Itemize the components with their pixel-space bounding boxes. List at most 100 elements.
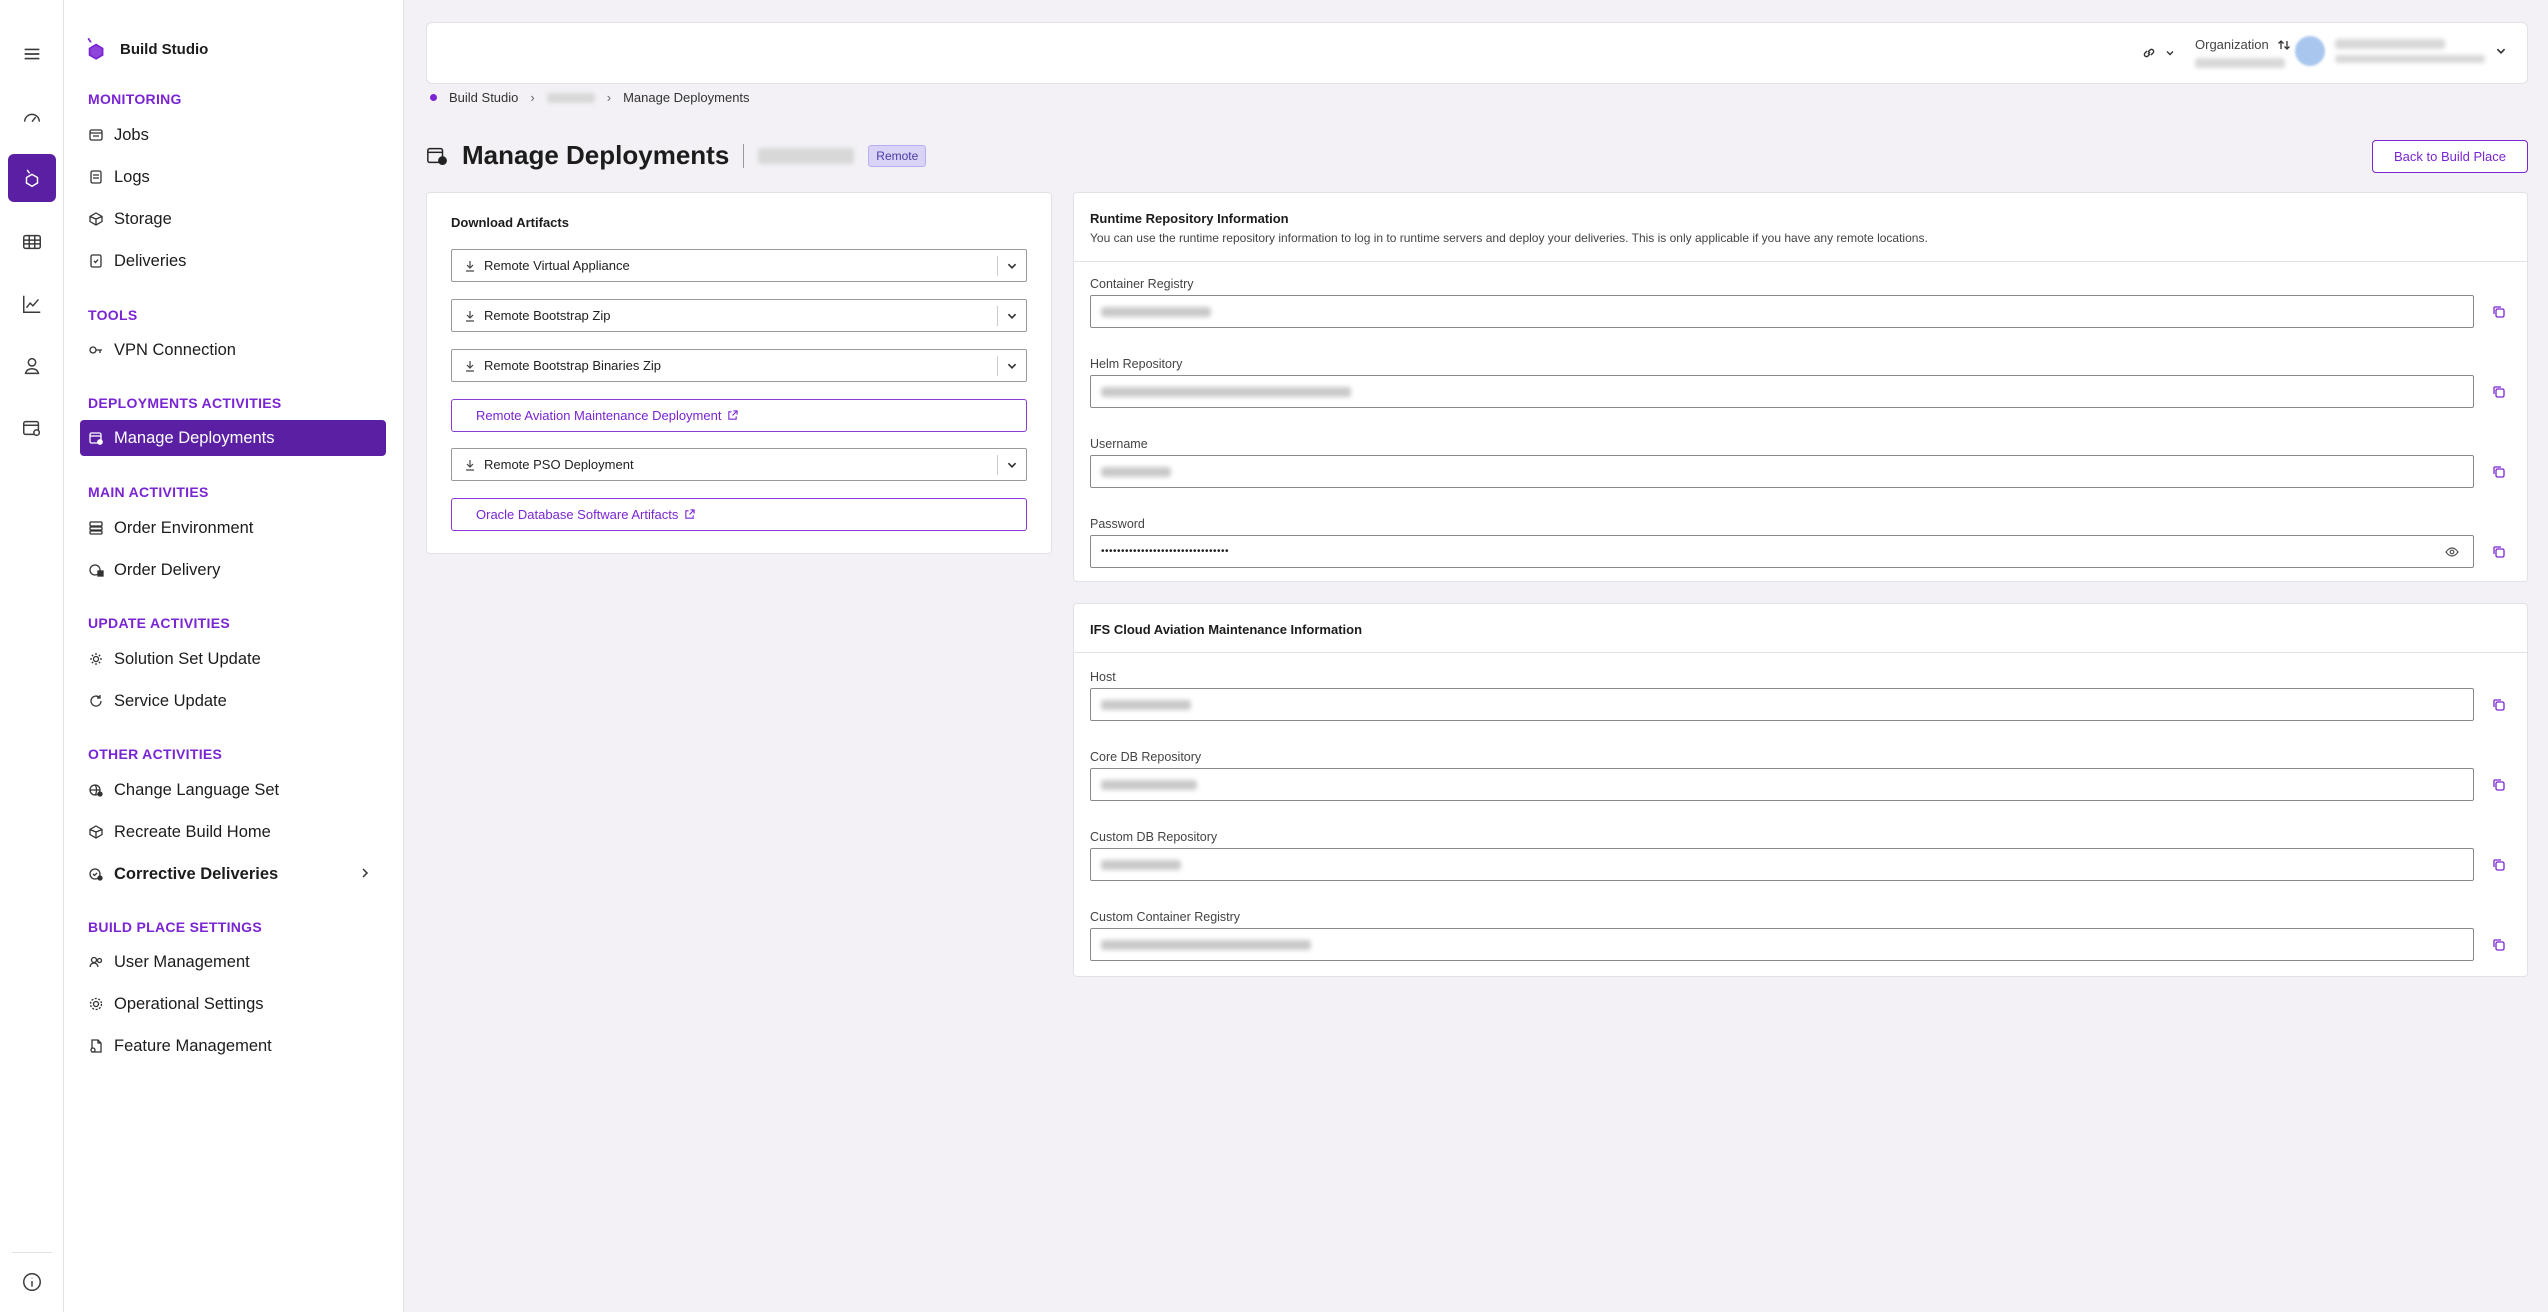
breadcrumb-separator-icon: › [606, 90, 612, 105]
chevron-down-icon [2496, 48, 2506, 54]
breadcrumb-build-place[interactable] [546, 92, 595, 103]
sidebar-item-corrective-deliveries[interactable]: Corrective Deliveries [80, 856, 386, 892]
download-icon [466, 360, 474, 372]
password-field[interactable]: •••••••••••••••••••••••••••••••• [1090, 535, 2474, 568]
brand[interactable]: Build Studio [82, 36, 208, 62]
sidebar-item-label: Solution Set Update [114, 649, 261, 668]
sidebar-item-label: Order Delivery [114, 560, 221, 579]
split-divider [997, 356, 998, 376]
custom-container-registry-field[interactable] [1090, 928, 2474, 961]
section-monitoring: MONITORING [88, 91, 182, 107]
sidebar-item-user-management[interactable]: User Management [80, 944, 386, 980]
organization-switcher[interactable]: Organization [2195, 37, 2305, 73]
custom-db-repository-field[interactable] [1090, 848, 2474, 881]
copy-icon[interactable] [2492, 465, 2506, 479]
sidebar-item-vpn-connection[interactable]: VPN Connection [80, 332, 386, 368]
container-registry-field[interactable] [1090, 295, 2474, 328]
user-email [2335, 55, 2485, 63]
build-studio-icon[interactable] [8, 154, 56, 202]
storage-icon [89, 212, 103, 226]
host-label: Host [1090, 670, 1116, 684]
calendar-gear-icon[interactable] [8, 404, 56, 452]
status-badge: Remote [868, 144, 927, 167]
sidebar-item-operational-settings[interactable]: Operational Settings [80, 986, 386, 1022]
external-link-icon [728, 410, 739, 420]
copy-icon[interactable] [2492, 778, 2506, 792]
title-divider [743, 143, 745, 168]
page-header: Manage Deployments Remote [426, 140, 927, 171]
sidebar-item-label: Feature Management [114, 1036, 272, 1055]
corrective-deliveries-icon [89, 868, 103, 881]
field-value [1101, 779, 1197, 790]
user-name [2335, 39, 2445, 49]
copy-icon[interactable] [2492, 938, 2506, 952]
sidebar-item-label: Change Language Set [114, 780, 280, 799]
core-db-repository-label: Core DB Repository [1090, 750, 1202, 764]
oracle-database-software-artifacts-link[interactable]: Oracle Database Software Artifacts [451, 498, 1027, 531]
username-label: Username [1090, 437, 1148, 451]
copy-icon[interactable] [2492, 545, 2506, 559]
sidebar-item-order-delivery[interactable]: Order Delivery [80, 552, 386, 588]
copy-icon[interactable] [2492, 858, 2506, 872]
sidebar-item-deliveries[interactable]: Deliveries [80, 243, 386, 279]
download-remote-bootstrap-binaries-zip-button[interactable]: Remote Bootstrap Binaries Zip [451, 349, 1027, 382]
user-menu[interactable] [2295, 36, 2507, 66]
link-label: Remote Aviation Maintenance Deployment [476, 408, 722, 423]
download-remote-bootstrap-zip-button[interactable]: Remote Bootstrap Zip [451, 299, 1027, 332]
field-value [1101, 939, 1311, 950]
sidebar-item-service-update[interactable]: Service Update [80, 683, 386, 719]
sidebar-item-change-language-set[interactable]: Change Language Set [80, 772, 386, 808]
info-icon[interactable] [8, 1258, 56, 1306]
chevron-down-icon[interactable] [1006, 459, 1018, 471]
download-label: Remote Bootstrap Zip [484, 308, 611, 323]
sidebar-item-manage-deployments[interactable]: Manage Deployments [80, 420, 386, 456]
chevron-down-icon[interactable] [1006, 260, 1018, 272]
core-db-repository-field[interactable] [1090, 768, 2474, 801]
chevron-down-icon[interactable] [1006, 360, 1018, 372]
sidebar-item-label: Service Update [114, 691, 227, 710]
link-menu[interactable] [2141, 45, 2175, 61]
menu-icon[interactable] [8, 30, 56, 78]
person-icon[interactable] [8, 342, 56, 390]
breadcrumb-separator-icon: › [530, 90, 535, 105]
build-place-id [758, 147, 855, 164]
sidebar-item-recreate-build-home[interactable]: Recreate Build Home [80, 814, 386, 850]
username-field[interactable] [1090, 455, 2474, 488]
copy-icon[interactable] [2492, 305, 2506, 319]
table-icon[interactable] [8, 218, 56, 266]
page-title: Manage Deployments [462, 140, 730, 170]
chevron-down-icon[interactable] [1006, 310, 1018, 322]
sidebar-item-order-environment[interactable]: Order Environment [80, 510, 386, 546]
section-tools: TOOLS [88, 307, 138, 323]
remote-aviation-maintenance-deployment-link[interactable]: Remote Aviation Maintenance Deployment [451, 399, 1027, 432]
sidebar-item-label: Corrective Deliveries [114, 864, 279, 883]
sidebar-item-logs[interactable]: Logs [80, 159, 386, 195]
breadcrumb-root[interactable]: Build Studio [449, 90, 518, 105]
download-remote-virtual-appliance-button[interactable]: Remote Virtual Appliance [451, 249, 1027, 282]
section-other-activities: OTHER ACTIVITIES [88, 746, 223, 762]
eye-icon[interactable] [2445, 546, 2459, 558]
breadcrumb-current: Manage Deployments [623, 90, 750, 105]
copy-icon[interactable] [2492, 385, 2506, 399]
settings-icon [89, 997, 103, 1011]
helm-repository-field[interactable] [1090, 375, 2474, 408]
password-label: Password [1090, 517, 1145, 531]
chart-icon[interactable] [8, 280, 56, 328]
host-field[interactable] [1090, 688, 2474, 721]
chevron-down-icon [2166, 51, 2174, 56]
sidebar-item-solution-set-update[interactable]: Solution Set Update [80, 641, 386, 677]
vpn-key-icon [89, 346, 102, 354]
copy-icon[interactable] [2492, 698, 2506, 712]
sidebar-item-feature-management[interactable]: Feature Management [80, 1028, 386, 1064]
panel-divider [1074, 261, 2527, 262]
sidebar-item-jobs[interactable]: Jobs [80, 117, 386, 153]
external-link-icon [685, 509, 695, 519]
gear-icon [90, 653, 102, 665]
chevron-right-icon [362, 868, 369, 878]
gauge-icon[interactable] [8, 94, 56, 142]
sidebar-item-storage[interactable]: Storage [80, 201, 386, 237]
organization-value [2195, 58, 2285, 68]
back-to-build-place-button[interactable]: Back to Build Place [2372, 140, 2528, 173]
download-remote-pso-deployment-button[interactable]: Remote PSO Deployment [451, 448, 1027, 481]
sidebar-item-label: Order Environment [114, 518, 254, 537]
